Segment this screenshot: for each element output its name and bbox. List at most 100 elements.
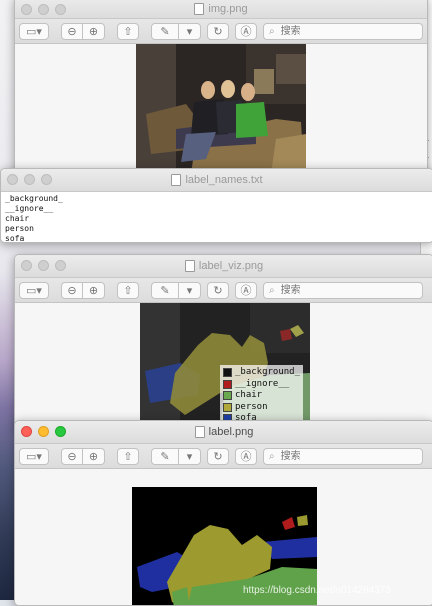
zoom-out-icon: ⊖ xyxy=(67,25,77,38)
search-input[interactable] xyxy=(278,24,422,38)
preview-window-label: label.png ▭▾ ⊖ ⊕ ⇧ ✎ ▾ ↻ Ⓐ ⌕ 搜索 https://… xyxy=(14,420,432,606)
rotate-button[interactable]: ↻ xyxy=(207,447,229,465)
window-title: label_viz.png xyxy=(198,260,264,272)
chevron-down-icon: ▾ xyxy=(186,450,193,463)
search-icon: ⌕ xyxy=(269,450,275,462)
titlebar[interactable]: label_names.txt xyxy=(1,169,432,192)
markup-button[interactable]: ✎ xyxy=(151,447,179,465)
zoom-button[interactable] xyxy=(55,260,66,271)
share-button[interactable]: ⇧ xyxy=(117,22,139,40)
close-button[interactable] xyxy=(21,426,32,437)
share-icon: ⇧ xyxy=(123,284,133,297)
titlebar[interactable]: label.png xyxy=(15,421,432,444)
zoom-button[interactable] xyxy=(55,4,66,15)
document-icon xyxy=(194,3,205,15)
window-title: label.png xyxy=(208,426,254,438)
search-field[interactable]: ⌕ xyxy=(263,22,423,40)
share-icon: ⇧ xyxy=(123,25,133,38)
rotate-button[interactable]: ↻ xyxy=(207,22,229,40)
titlebar[interactable]: img.png xyxy=(15,0,427,19)
legend-label: chair xyxy=(235,390,263,400)
photo-image xyxy=(136,44,306,174)
legend-swatch xyxy=(223,391,232,401)
search-field[interactable]: ⌕ xyxy=(263,447,423,465)
zoom-in-button[interactable]: ⊕ xyxy=(83,447,105,465)
zoom-in-icon: ⊕ xyxy=(88,450,99,463)
annotate-button[interactable]: Ⓐ xyxy=(235,22,257,40)
titlebar[interactable]: label_viz.png xyxy=(15,255,432,278)
legend-label: _background_ xyxy=(235,367,301,377)
sidebar-icon: ▭▾ xyxy=(26,284,42,297)
markup-button[interactable]: ✎ xyxy=(151,281,179,299)
minimize-button[interactable] xyxy=(38,260,49,271)
toolbar: ▭▾ ⊖ ⊕ ⇧ ✎ ▾ ↻ Ⓐ ⌕ xyxy=(15,19,427,44)
close-button[interactable] xyxy=(7,174,18,185)
legend-item: person xyxy=(223,402,300,414)
document-icon xyxy=(194,426,205,438)
zoom-in-icon: ⊕ xyxy=(88,284,99,297)
sidebar-toggle-button[interactable]: ▭▾ xyxy=(19,22,49,40)
pen-icon: ✎ xyxy=(160,284,170,297)
text-line: sofa xyxy=(5,234,25,243)
legend-swatch xyxy=(223,368,232,378)
class-legend: _background_ __ignore__ chair person sof… xyxy=(220,365,304,427)
preview-window-img: img.png ▭▾ ⊖ ⊕ ⇧ ✎ ▾ ↻ Ⓐ ⌕ xyxy=(14,0,428,176)
legend-label: person xyxy=(235,401,268,412)
minimize-button[interactable] xyxy=(38,426,49,437)
annotate-icon: Ⓐ xyxy=(240,451,252,463)
zoom-out-button[interactable]: ⊖ xyxy=(61,281,83,299)
text-line: __ignore__ xyxy=(5,204,54,213)
minimize-button[interactable] xyxy=(24,174,35,185)
rotate-icon: ↻ xyxy=(213,25,223,38)
zoom-button[interactable] xyxy=(55,426,66,437)
toolbar: ▭▾ ⊖ ⊕ ⇧ ✎ ▾ ↻ Ⓐ ⌕ xyxy=(15,278,432,303)
search-input[interactable] xyxy=(278,449,422,463)
document-icon xyxy=(184,260,195,272)
markup-menu-button[interactable]: ▾ xyxy=(179,281,201,299)
close-button[interactable] xyxy=(21,260,32,271)
text-editor[interactable]: _background_ __ignore__ chair person sof… xyxy=(1,192,432,242)
markup-button[interactable]: ✎ xyxy=(151,22,179,40)
annotate-button[interactable]: Ⓐ xyxy=(235,281,257,299)
window-title: label_names.txt xyxy=(185,174,263,186)
chevron-down-icon: ▾ xyxy=(186,25,193,38)
zoom-in-button[interactable]: ⊕ xyxy=(83,22,105,40)
zoom-out-icon: ⊖ xyxy=(67,450,77,463)
rotate-button[interactable]: ↻ xyxy=(207,281,229,299)
share-icon: ⇧ xyxy=(123,450,133,463)
search-input[interactable] xyxy=(278,283,422,297)
close-button[interactable] xyxy=(21,4,32,15)
search-icon: ⌕ xyxy=(269,284,275,296)
zoom-in-icon: ⊕ xyxy=(88,25,99,38)
sidebar-icon: ▭▾ xyxy=(26,450,42,463)
markup-menu-button[interactable]: ▾ xyxy=(179,22,201,40)
share-button[interactable]: ⇧ xyxy=(117,447,139,465)
zoom-button[interactable] xyxy=(41,174,52,185)
sidebar-toggle-button[interactable]: ▭▾ xyxy=(19,447,49,465)
document-icon xyxy=(171,174,182,186)
zoom-out-button[interactable]: ⊖ xyxy=(61,22,83,40)
text-window-label-names: label_names.txt _background_ __ignore__ … xyxy=(0,168,432,243)
preview-window-label-viz: label_viz.png ▭▾ ⊖ ⊕ ⇧ ✎ ▾ ↻ Ⓐ ⌕ 搜索 _bac… xyxy=(14,254,432,428)
text-line: person xyxy=(5,224,34,233)
legend-item: __ignore__ xyxy=(223,379,300,391)
image-canvas: _background_ __ignore__ chair person sof… xyxy=(15,303,432,427)
legend-item: _background_ xyxy=(223,367,300,379)
window-title: img.png xyxy=(208,3,248,15)
legend-swatch xyxy=(223,402,232,412)
annotate-icon: Ⓐ xyxy=(240,26,252,38)
share-button[interactable]: ⇧ xyxy=(117,281,139,299)
annotate-button[interactable]: Ⓐ xyxy=(235,447,257,465)
zoom-in-button[interactable]: ⊕ xyxy=(83,281,105,299)
image-canvas: https://blog.csdn.net/u014264373 xyxy=(15,469,432,605)
markup-menu-button[interactable]: ▾ xyxy=(179,447,201,465)
chevron-down-icon: ▾ xyxy=(186,284,193,297)
minimize-button[interactable] xyxy=(38,4,49,15)
rotate-icon: ↻ xyxy=(213,284,223,297)
search-field[interactable]: ⌕ xyxy=(263,281,423,299)
sidebar-toggle-button[interactable]: ▭▾ xyxy=(19,281,49,299)
annotate-icon: Ⓐ xyxy=(240,285,252,297)
zoom-out-button[interactable]: ⊖ xyxy=(61,447,83,465)
toolbar: ▭▾ ⊖ ⊕ ⇧ ✎ ▾ ↻ Ⓐ ⌕ xyxy=(15,444,432,469)
zoom-out-icon: ⊖ xyxy=(67,284,77,297)
